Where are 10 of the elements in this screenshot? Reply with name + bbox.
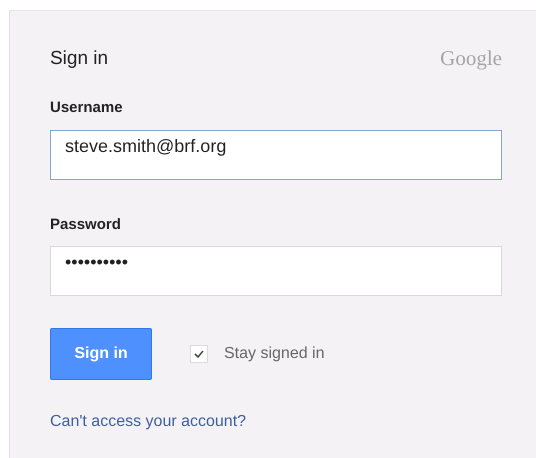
form-title: Sign in: [50, 49, 108, 68]
field-label: Username: [50, 98, 124, 118]
help-link[interactable]: Can't access your account?: [50, 413, 246, 430]
input-field[interactable]: ••••••••••: [50, 246, 502, 296]
checkbox[interactable]: [190, 345, 208, 363]
check-icon: [194, 349, 204, 359]
checkbox-label: Stay signed in: [224, 344, 325, 364]
field-label: Password: [50, 214, 122, 234]
input-field[interactable]: steve.smith@brf.org: [50, 130, 502, 180]
logo: Google: [440, 48, 502, 69]
